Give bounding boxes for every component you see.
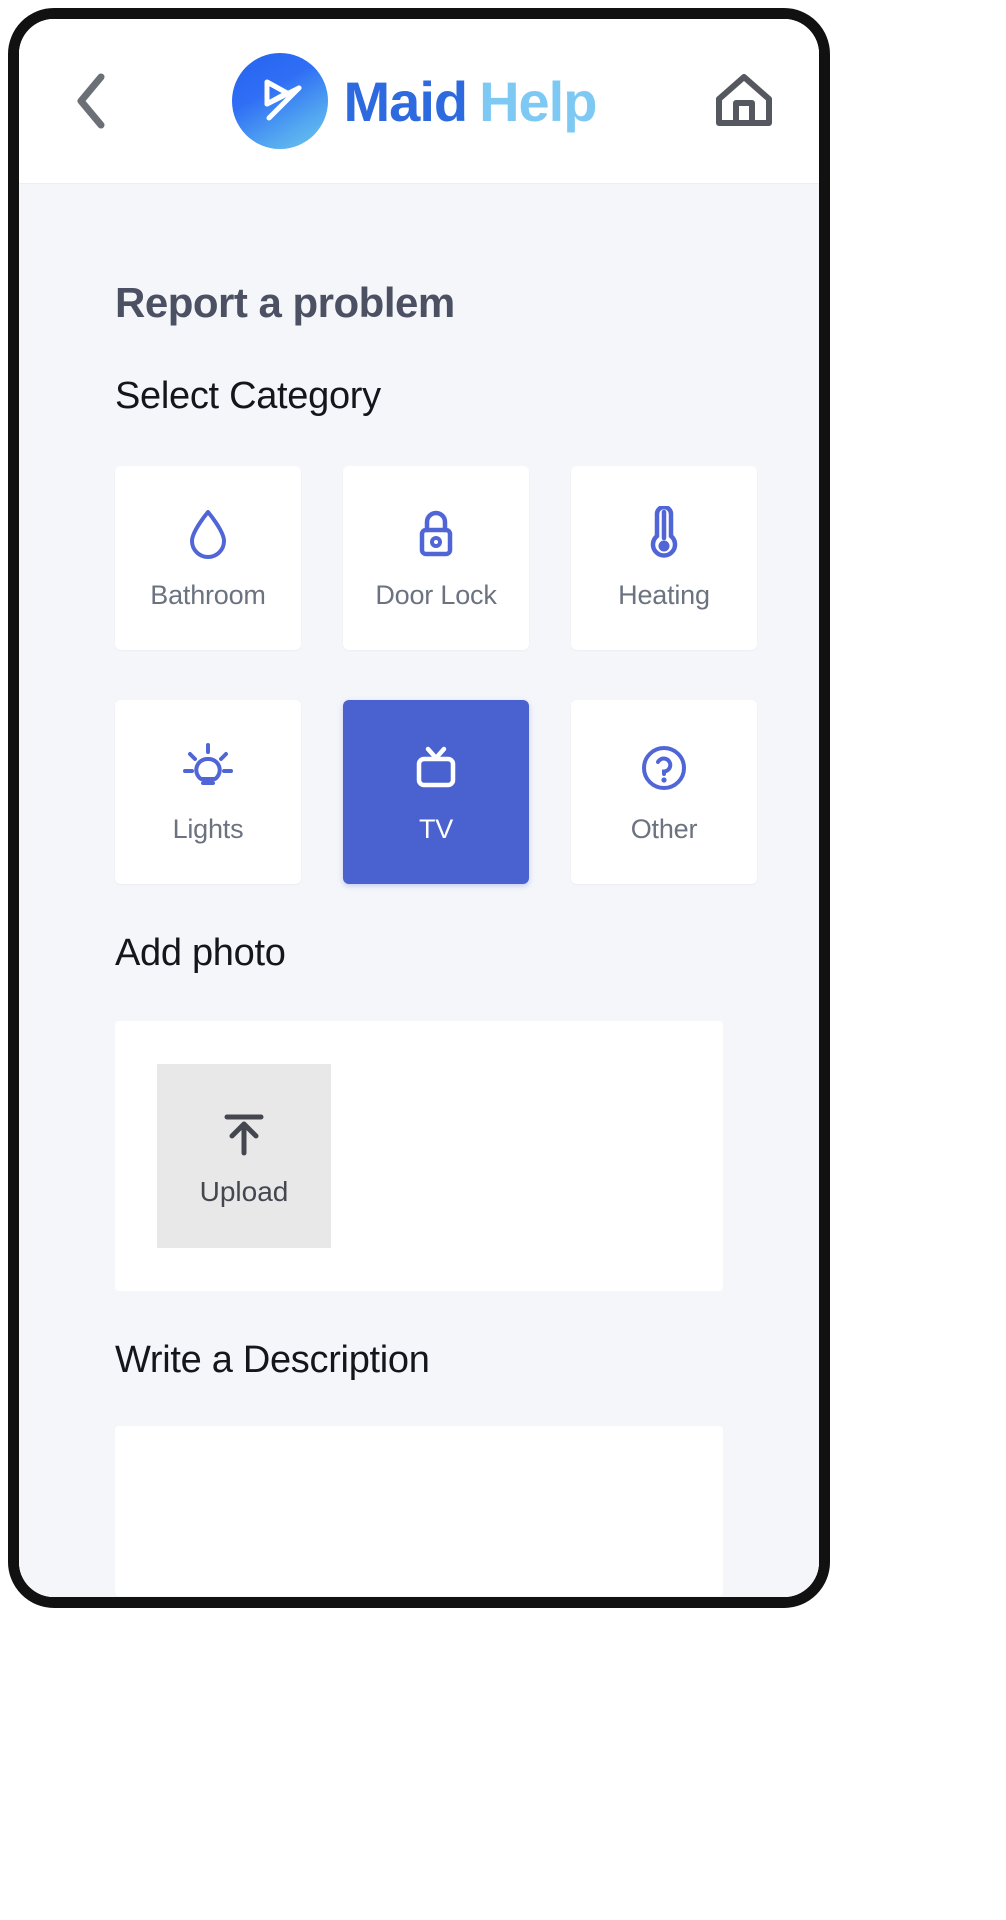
category-label: TV bbox=[418, 813, 454, 844]
upload-arrow-icon bbox=[215, 1105, 273, 1166]
app-header: Maid Help bbox=[19, 19, 819, 183]
upload-button[interactable]: Upload bbox=[157, 1064, 331, 1248]
category-tile-other[interactable]: Other bbox=[571, 700, 757, 884]
question-circle-icon bbox=[636, 740, 692, 796]
brand-title-primary: Maid bbox=[343, 69, 469, 133]
main-content: Report a problem Select Category Bathroo… bbox=[19, 279, 819, 1597]
category-tile-bathroom[interactable]: Bathroom bbox=[115, 466, 301, 650]
category-label: Bathroom bbox=[150, 579, 266, 610]
description-input[interactable] bbox=[115, 1426, 723, 1596]
maid-help-logo-icon bbox=[231, 53, 328, 149]
lightbulb-icon bbox=[180, 740, 236, 796]
category-label: Lights bbox=[172, 813, 244, 844]
select-category-label: Select Category bbox=[115, 375, 381, 417]
tv-icon bbox=[408, 740, 464, 796]
thermometer-icon bbox=[636, 505, 692, 562]
brand-title-secondary: Help bbox=[479, 69, 597, 133]
brand-title: Maid Help bbox=[343, 69, 598, 134]
home-button[interactable] bbox=[707, 64, 781, 138]
back-button[interactable] bbox=[57, 66, 127, 136]
category-label: Heating bbox=[618, 579, 710, 610]
phone-screen: Maid Help Report a problem Select Categor… bbox=[19, 19, 819, 1597]
upload-label: Upload bbox=[199, 1175, 289, 1207]
category-tile-tv[interactable]: TV bbox=[343, 700, 529, 884]
category-grid: Bathroom Door Lock Heating Lights TV Oth… bbox=[115, 466, 757, 884]
water-drop-icon bbox=[180, 506, 236, 562]
category-tile-heating[interactable]: Heating bbox=[571, 466, 757, 650]
category-tile-door-lock[interactable]: Door Lock bbox=[343, 466, 529, 650]
phone-frame: Maid Help Report a problem Select Categor… bbox=[8, 8, 830, 1608]
home-icon bbox=[711, 69, 777, 134]
chevron-left-icon bbox=[69, 71, 115, 131]
category-tile-lights[interactable]: Lights bbox=[115, 700, 301, 884]
photo-upload-panel: Upload bbox=[115, 1021, 723, 1291]
category-label: Other bbox=[630, 813, 698, 844]
brand: Maid Help bbox=[121, 53, 707, 149]
page-title: Report a problem bbox=[115, 279, 455, 326]
description-label: Write a Description bbox=[115, 1339, 430, 1381]
add-photo-label: Add photo bbox=[115, 932, 286, 974]
lock-icon bbox=[408, 506, 464, 562]
category-label: Door Lock bbox=[375, 579, 497, 610]
